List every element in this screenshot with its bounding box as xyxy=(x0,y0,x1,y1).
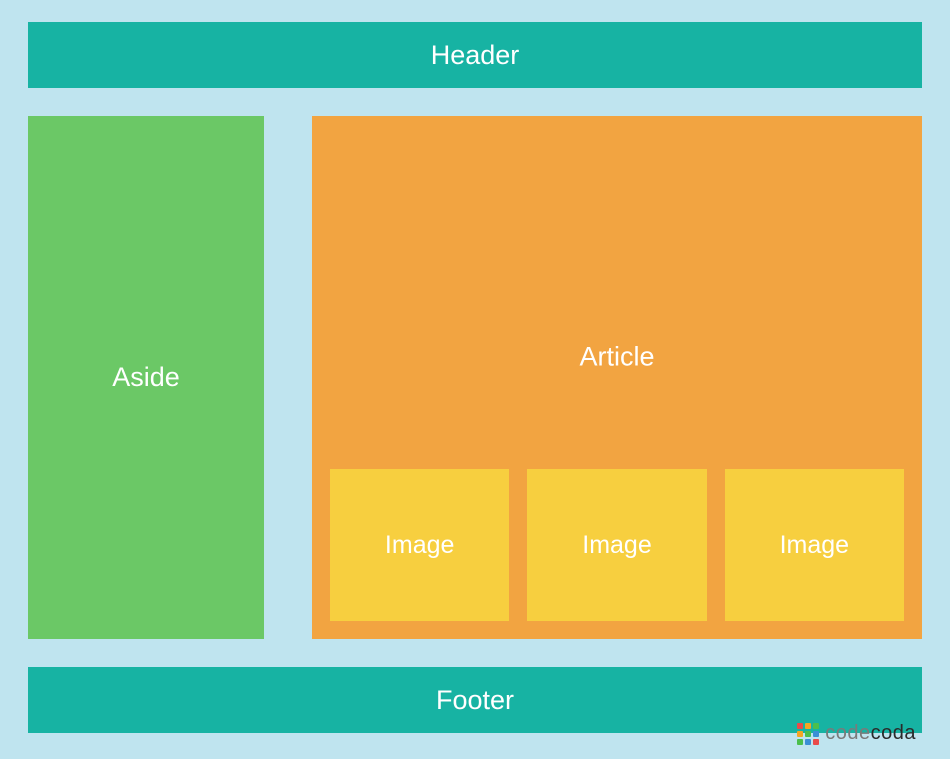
middle-row: Aside Article Image Image Image xyxy=(28,116,922,639)
brand-logo: codecoda xyxy=(797,722,916,745)
aside-region: Aside xyxy=(28,116,264,639)
aside-label: Aside xyxy=(112,362,180,393)
image-label: Image xyxy=(385,531,454,560)
image-box: Image xyxy=(725,469,904,621)
image-box: Image xyxy=(527,469,706,621)
article-label: Article xyxy=(579,341,654,372)
image-label: Image xyxy=(582,531,651,560)
image-label: Image xyxy=(780,531,849,560)
brand-name-part1: code xyxy=(825,722,870,744)
images-row: Image Image Image xyxy=(312,469,922,639)
brand-logo-icon xyxy=(797,723,819,745)
image-box: Image xyxy=(330,469,509,621)
footer-label: Footer xyxy=(436,685,514,716)
footer-region: Footer xyxy=(28,667,922,733)
header-label: Header xyxy=(431,40,520,71)
brand-name-part2: coda xyxy=(871,722,916,744)
header-region: Header xyxy=(28,22,922,88)
article-region: Article Image Image Image xyxy=(312,116,922,639)
brand-logo-text: codecoda xyxy=(825,722,916,745)
